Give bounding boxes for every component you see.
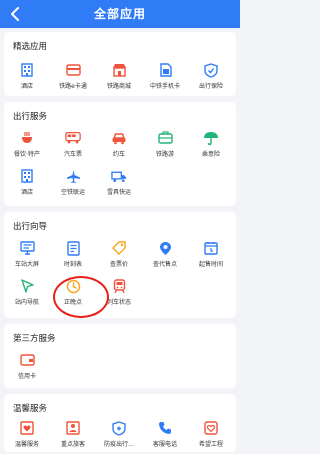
app-hope-project[interactable]: 希望工程 [188, 420, 234, 454]
app-station-screen[interactable]: 车站大屏 [4, 240, 50, 276]
app-label: 汽车票 [63, 151, 82, 158]
app-label: 客服电话 [152, 441, 177, 448]
app-rail-tour[interactable]: 铁路游 [142, 130, 188, 166]
app-label: 起售时间 [198, 261, 223, 268]
schedule-icon [65, 240, 81, 256]
sim-icon [157, 62, 173, 78]
app-check-fare[interactable]: 查票价 [96, 240, 142, 276]
app-label: 防疫出行... [104, 441, 134, 448]
screen-icon [19, 240, 35, 256]
umbrella-icon [203, 130, 219, 146]
building-icon [19, 62, 35, 78]
car-icon [111, 130, 127, 146]
credit-card-icon [19, 352, 35, 368]
mall-icon [111, 62, 127, 78]
app-rail-ecard[interactable]: 铁路e卡通 [50, 62, 96, 98]
phone-icon [157, 420, 173, 436]
section-title: 出行服务 [13, 112, 48, 122]
app-label: 约车 [112, 151, 125, 158]
app-label: 重点旅客 [60, 441, 85, 448]
app-label: 站内导航 [14, 299, 39, 306]
section-title: 精选应用 [13, 42, 48, 52]
navigation-icon [19, 278, 35, 294]
page-title: 全部应用 [93, 7, 146, 21]
app-label: 酒店 [20, 83, 33, 90]
app-station-navigation[interactable]: 站内导航 [4, 278, 50, 314]
app-ski-express[interactable]: 雪具快运 [96, 168, 142, 204]
app-label: 空铁联运 [60, 189, 85, 196]
app-label: 查票价 [109, 261, 128, 268]
app-timetable[interactable]: 时刻表 [50, 240, 96, 276]
section-caring-services: 温馨服务 温馨服务 重点旅客 防疫出行... 客服电话 希望工程 [4, 394, 236, 452]
app-label: 铁路e卡通 [59, 83, 87, 90]
app-hotel[interactable]: 酒店 [4, 62, 50, 98]
mask-shield-icon [111, 420, 127, 436]
app-food-specialty[interactable]: 餐饮·特产 [4, 130, 50, 166]
heart-icon [19, 420, 35, 436]
truck-icon [111, 168, 127, 184]
section-title: 第三方服务 [13, 334, 56, 344]
app-epidemic-travel[interactable]: 防疫出行... [96, 420, 142, 454]
travel-icon [157, 130, 173, 146]
train-icon [111, 278, 127, 294]
app-ride-insurance[interactable]: 乘意险 [188, 130, 234, 166]
app-label: 温馨服务 [14, 441, 39, 448]
app-caring-service[interactable]: 温馨服务 [4, 420, 50, 454]
app-label: 铁路游 [155, 151, 174, 158]
card-icon [65, 62, 81, 78]
app-rail-mall[interactable]: 铁路商城 [96, 62, 142, 98]
app-credit-card[interactable]: 信用卡 [4, 352, 50, 388]
hope-icon [203, 420, 219, 436]
section-featured-apps: 精选应用 酒店 铁路e卡通 铁路商城 中铁手机卡 出行保险 [4, 32, 236, 96]
app-label: 铁路商城 [106, 83, 131, 90]
section-title: 温馨服务 [13, 404, 48, 414]
app-label: 车站大屏 [14, 261, 39, 268]
sale-time-icon [203, 240, 219, 256]
app-ride-hailing[interactable]: 约车 [96, 130, 142, 166]
app-label: 出行保险 [198, 83, 223, 90]
app-label: 信用卡 [17, 373, 36, 380]
app-travel-insurance[interactable]: 出行保险 [188, 62, 234, 98]
top-bar: 全部应用 [0, 0, 240, 28]
food-icon [19, 130, 35, 146]
app-hotel-2[interactable]: 酒店 [4, 168, 50, 204]
app-bus-ticket[interactable]: 汽车票 [50, 130, 96, 166]
section-travel-guide: 出行向导 车站大屏 时刻表 查票价 查代售点 起售时间 站内导航 正晚点 列车状… [4, 212, 236, 318]
app-check-agency[interactable]: 查代售点 [142, 240, 188, 276]
app-air-rail[interactable]: 空铁联运 [50, 168, 96, 204]
app-sim-card[interactable]: 中铁手机卡 [142, 62, 188, 98]
plane-icon [65, 168, 81, 184]
app-key-passenger[interactable]: 重点旅客 [50, 420, 96, 454]
app-label: 中铁手机卡 [149, 83, 180, 90]
app-label: 乘意险 [201, 151, 220, 158]
building-icon [19, 168, 35, 184]
app-label: 酒店 [20, 189, 33, 196]
bus-icon [65, 130, 81, 146]
section-travel-services: 出行服务 餐饮·特产 汽车票 约车 铁路游 乘意险 酒店 空铁联运 雪具快运 [4, 102, 236, 206]
shield-icon [203, 62, 219, 78]
price-icon [111, 240, 127, 256]
app-label: 时刻表 [63, 261, 82, 268]
app-label: 餐饮·特产 [14, 151, 40, 158]
section-title: 出行向导 [13, 222, 48, 232]
passenger-icon [65, 420, 81, 436]
app-label: 查代售点 [152, 261, 177, 268]
section-third-party: 第三方服务 信用卡 [4, 324, 236, 388]
app-label: 希望工程 [198, 441, 223, 448]
app-sale-time[interactable]: 起售时间 [188, 240, 234, 276]
highlight-circle [53, 276, 109, 318]
app-service-phone[interactable]: 客服电话 [142, 420, 188, 454]
location-icon [157, 240, 173, 256]
app-label: 列车状态 [106, 299, 131, 306]
app-label: 雪具快运 [106, 189, 131, 196]
